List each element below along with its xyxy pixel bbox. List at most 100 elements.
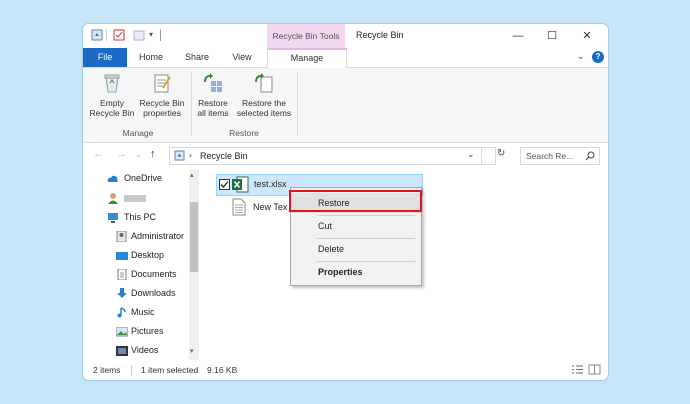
- menu-label-properties: Properties: [318, 267, 363, 277]
- restore-all-label-1: Restore: [198, 98, 228, 108]
- desktop-icon: [116, 252, 128, 260]
- tab-file[interactable]: File: [83, 48, 127, 67]
- search-placeholder: Search Re...: [526, 151, 574, 161]
- help-icon[interactable]: ?: [592, 51, 604, 63]
- user-folder-icon: [116, 231, 127, 242]
- recycle-bin-tools-tab: Recycle Bin Tools: [267, 24, 345, 48]
- search-input[interactable]: Search Re...: [520, 147, 600, 165]
- refresh-icon[interactable]: ↻: [497, 148, 505, 159]
- restore-all-items-button[interactable]: Restore all items: [194, 72, 232, 118]
- up-icon[interactable]: ↑: [150, 148, 156, 160]
- breadcrumb[interactable]: Recycle Bin: [200, 151, 248, 161]
- properties-label-1: Recycle Bin: [139, 98, 185, 108]
- redacted-username: [124, 195, 146, 202]
- maximize-icon[interactable]: ☐: [543, 28, 561, 44]
- address-dropdown-icon[interactable]: ⌄: [467, 149, 475, 160]
- selection-count: 1 item selected: [141, 365, 199, 375]
- customize-qa-icon[interactable]: ▾: [149, 30, 153, 39]
- close-icon[interactable]: ✕: [578, 28, 596, 44]
- checkbox-icon[interactable]: [219, 179, 230, 190]
- nav-pane-scroll-thumb[interactable]: [190, 202, 198, 272]
- menu-label-cut: Cut: [318, 221, 333, 231]
- title-bar: ▾ Recycle Bin Tools Recycle Bin — ☐ ✕: [83, 24, 608, 48]
- scroll-up-icon[interactable]: ▴: [190, 171, 194, 179]
- recycle-bin-properties-button[interactable]: Recycle Bin properties: [136, 72, 188, 118]
- breadcrumb-chevron-icon[interactable]: ›: [189, 150, 192, 160]
- tree-label-pictures: Pictures: [131, 326, 164, 336]
- pc-icon: [108, 213, 118, 223]
- tree-label-onedrive: OneDrive: [124, 173, 163, 183]
- empty-recycle-bin-button[interactable]: Empty Recycle Bin: [88, 72, 136, 118]
- scroll-down-icon[interactable]: ▾: [190, 347, 194, 355]
- pictures-icon: [116, 327, 128, 337]
- minimize-icon[interactable]: —: [509, 28, 527, 44]
- cloud-icon: [107, 175, 118, 182]
- properties-check-icon[interactable]: [113, 29, 125, 41]
- videos-icon: [116, 346, 128, 356]
- restore-all-icon: [204, 73, 222, 92]
- tree-label-videos: Videos: [131, 345, 159, 355]
- empty-recycle-bin-icon: [104, 74, 120, 93]
- address-bar[interactable]: › Recycle Bin ⌄: [169, 147, 496, 165]
- documents-icon: [117, 269, 127, 280]
- search-icon[interactable]: [585, 151, 595, 161]
- text-file-icon: [232, 198, 246, 216]
- address-divider: [481, 148, 482, 164]
- restore-all-label-2: all items: [197, 108, 229, 118]
- new-folder-icon[interactable]: [133, 29, 145, 41]
- tree-label-music: Music: [131, 307, 155, 317]
- details-view-icon[interactable]: [571, 364, 584, 375]
- menu-item-properties[interactable]: Properties: [291, 262, 421, 282]
- tab-home[interactable]: Home: [133, 48, 169, 67]
- menu-label-delete: Delete: [318, 244, 345, 254]
- group-label-restore: Restore: [229, 128, 259, 138]
- tree-label-desktop: Desktop: [131, 250, 165, 260]
- empty-recycle-bin-label-1: Empty: [99, 98, 125, 108]
- ribbon-tab-bar: File Home Share View Manage ⌄ ?: [83, 48, 608, 68]
- restore-selected-items-button[interactable]: Restore the selected items: [234, 72, 294, 118]
- excel-icon: [232, 176, 249, 193]
- tab-view[interactable]: View: [226, 48, 258, 67]
- status-divider: [131, 365, 132, 376]
- large-icons-view-icon[interactable]: [588, 364, 601, 375]
- tree-label-documents: Documents: [131, 269, 177, 279]
- ribbon-collapse-icon[interactable]: ⌄: [577, 51, 585, 62]
- restore-highlight-box: [289, 190, 422, 212]
- window-title: Recycle Bin: [356, 30, 404, 40]
- menu-item-cut[interactable]: Cut: [291, 216, 421, 236]
- ribbon-group-separator: [191, 72, 192, 136]
- menu-item-delete[interactable]: Delete: [291, 239, 421, 259]
- nav-pane-scrollbar[interactable]: ▴ ▾: [189, 170, 199, 360]
- qa-separator-2: [160, 29, 161, 41]
- qa-separator: [106, 29, 107, 41]
- recent-locations-icon[interactable]: ⌄: [135, 150, 142, 159]
- file-name: New Tex: [253, 202, 288, 212]
- forward-icon[interactable]: →: [116, 148, 127, 160]
- restore-selected-label-2: selected items: [236, 108, 292, 118]
- tab-share[interactable]: Share: [179, 48, 215, 67]
- back-icon[interactable]: ←: [93, 148, 104, 160]
- empty-recycle-bin-label-2: Recycle Bin: [89, 108, 135, 118]
- navigation-pane: OneDrive This PC Administrator Desktop D…: [83, 167, 201, 357]
- downloads-icon: [117, 288, 127, 298]
- recycle-bin-small-icon[interactable]: [91, 29, 103, 41]
- music-icon: [117, 307, 126, 318]
- tree-label-administrator: Administrator: [131, 231, 185, 241]
- ribbon-panel: Empty Recycle Bin Recycle Bin properties…: [83, 68, 608, 143]
- restore-selected-label-1: Restore the: [242, 98, 286, 108]
- tab-manage[interactable]: Manage: [267, 48, 347, 68]
- file-name: test.xlsx: [254, 179, 287, 189]
- user-icon: [108, 193, 118, 204]
- recycle-bin-location-icon: [174, 150, 185, 161]
- status-bar: 2 items 1 item selected 9.16 KB: [83, 361, 608, 380]
- tree-label-downloads: Downloads: [131, 288, 176, 298]
- selection-size: 9.16 KB: [207, 365, 238, 375]
- navigation-row: ← → ⌄ ↑ › Recycle Bin ⌄ ↻ Search Re...: [83, 143, 608, 167]
- properties-label-2: properties: [143, 108, 181, 118]
- tree-label-this-pc: This PC: [124, 212, 157, 222]
- properties-icon: [154, 74, 171, 93]
- restore-selected-icon: [255, 73, 273, 93]
- item-count: 2 items: [93, 365, 121, 375]
- group-label-manage: Manage: [122, 128, 154, 138]
- ribbon-group-separator-2: [297, 72, 298, 136]
